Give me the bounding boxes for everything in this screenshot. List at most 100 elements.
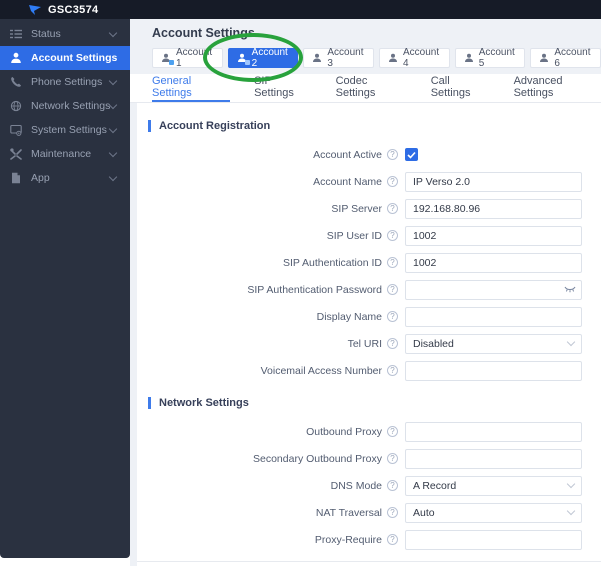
help-icon[interactable] bbox=[387, 284, 398, 295]
gsc3574-admin-page: GSC3574 Status Account Settings Phone Se… bbox=[0, 0, 601, 566]
grandstream-logo-icon bbox=[29, 4, 41, 15]
account-tab-bar: Account 1 Account 2 Account 3 Account 4 … bbox=[152, 47, 601, 69]
account-person-icon bbox=[312, 53, 322, 63]
tab-account-2[interactable]: Account 2 bbox=[227, 47, 299, 69]
selected-value: A Record bbox=[413, 479, 457, 492]
tab-call-settings[interactable]: Call Settings bbox=[431, 74, 490, 102]
help-icon[interactable] bbox=[387, 203, 398, 214]
sip-authentication-password-input[interactable] bbox=[405, 279, 582, 300]
tab-general-settings[interactable]: General Settings bbox=[152, 74, 231, 102]
section-network-settings: Network Settings bbox=[148, 396, 601, 410]
field-row-display-name: Display Name bbox=[148, 303, 601, 330]
account-person-icon bbox=[161, 53, 174, 65]
account-person-icon bbox=[539, 53, 549, 63]
password-visibility-icon[interactable] bbox=[564, 285, 576, 295]
field-row-sip-server: SIP Server bbox=[148, 195, 601, 222]
field-label: Tel URI bbox=[347, 337, 382, 350]
account-person-icon bbox=[237, 53, 250, 65]
tab-account-1[interactable]: Account 1 bbox=[152, 47, 223, 69]
field-label: SIP Authentication Password bbox=[247, 283, 382, 296]
help-icon[interactable] bbox=[387, 311, 398, 322]
chevron-down-icon bbox=[566, 479, 576, 489]
sip-server-input[interactable] bbox=[405, 198, 582, 219]
help-icon[interactable] bbox=[387, 426, 398, 437]
network-globe-icon bbox=[10, 100, 22, 112]
content-bottom-border bbox=[137, 561, 601, 562]
tab-sip-settings[interactable]: SIP Settings bbox=[254, 74, 312, 102]
help-icon[interactable] bbox=[387, 230, 398, 241]
tab-account-6[interactable]: Account 6 bbox=[530, 47, 601, 69]
sidebar-nav: Status Account Settings Phone Settings N… bbox=[0, 19, 130, 558]
chevron-down-icon bbox=[108, 172, 118, 181]
tab-account-5[interactable]: Account 5 bbox=[454, 47, 526, 69]
help-icon[interactable] bbox=[387, 365, 398, 376]
sidebar-item-app[interactable]: App bbox=[0, 166, 130, 190]
settings-form: Account Registration Account Active Acco… bbox=[130, 104, 601, 566]
secondary-outbound-proxy-input[interactable] bbox=[405, 448, 582, 469]
help-icon[interactable] bbox=[387, 480, 398, 491]
help-icon[interactable] bbox=[387, 507, 398, 518]
account-person-icon bbox=[11, 52, 21, 63]
field-row-account-active: Account Active bbox=[148, 141, 601, 168]
field-row-dns-mode: DNS Mode A Record bbox=[148, 472, 601, 499]
account-tab-label: Account 5 bbox=[478, 47, 515, 69]
account-tab-label: Account 2 bbox=[251, 47, 288, 69]
help-icon[interactable] bbox=[387, 453, 398, 464]
section-title: Account Registration bbox=[159, 120, 271, 132]
field-row-outbound-proxy: Outbound Proxy bbox=[148, 418, 601, 445]
tab-account-4[interactable]: Account 4 bbox=[379, 47, 450, 69]
chevron-down-icon bbox=[108, 148, 118, 157]
help-icon[interactable] bbox=[387, 338, 398, 349]
content-area: Account Settings Account 1 Account 2 Acc… bbox=[130, 19, 601, 566]
help-icon[interactable] bbox=[387, 257, 398, 268]
field-label: Outbound Proxy bbox=[306, 425, 382, 438]
sip-authentication-id-input[interactable] bbox=[405, 252, 582, 273]
account-tab-label: Account 6 bbox=[554, 47, 591, 69]
section-marker bbox=[148, 120, 151, 132]
account-tab-label: Account 1 bbox=[176, 47, 213, 69]
sip-user-id-input[interactable] bbox=[405, 225, 582, 246]
settings-sub-tab-bar: General Settings SIP Settings Codec Sett… bbox=[130, 74, 601, 103]
sidebar-item-system-settings[interactable]: System Settings bbox=[0, 118, 130, 142]
device-model-label: GSC3574 bbox=[48, 3, 99, 16]
account-tab-label: Account 4 bbox=[403, 47, 440, 69]
field-row-proxy-require: Proxy-Require bbox=[148, 526, 601, 553]
sidebar-item-phone-settings[interactable]: Phone Settings bbox=[0, 70, 130, 94]
proxy-require-input[interactable] bbox=[405, 529, 582, 550]
page-title: Account Settings bbox=[152, 26, 255, 40]
top-bar: GSC3574 bbox=[0, 0, 601, 19]
field-row-sip-authentication-password: SIP Authentication Password bbox=[148, 276, 601, 303]
help-icon[interactable] bbox=[387, 534, 398, 545]
section-account-registration: Account Registration bbox=[148, 119, 601, 133]
outbound-proxy-input[interactable] bbox=[405, 421, 582, 442]
field-label: DNS Mode bbox=[330, 479, 382, 492]
sidebar-item-label: Account Settings bbox=[31, 52, 118, 64]
display-name-input[interactable] bbox=[405, 306, 582, 327]
section-marker bbox=[148, 397, 151, 409]
field-row-sip-user-id: SIP User ID bbox=[148, 222, 601, 249]
system-settings-icon bbox=[10, 124, 22, 136]
selected-value: Disabled bbox=[413, 337, 454, 350]
sidebar-item-maintenance[interactable]: Maintenance bbox=[0, 142, 130, 166]
tel-uri-select[interactable]: Disabled bbox=[405, 333, 582, 354]
chevron-down-icon bbox=[108, 124, 118, 133]
help-icon[interactable] bbox=[387, 176, 398, 187]
help-icon[interactable] bbox=[387, 149, 398, 160]
tab-codec-settings[interactable]: Codec Settings bbox=[336, 74, 407, 102]
dns-mode-select[interactable]: A Record bbox=[405, 475, 582, 496]
tab-account-3[interactable]: Account 3 bbox=[303, 47, 375, 69]
voicemail-access-number-input[interactable] bbox=[405, 360, 582, 381]
sidebar-item-status[interactable]: Status bbox=[0, 22, 130, 46]
field-label: SIP User ID bbox=[326, 229, 382, 242]
nat-traversal-select[interactable]: Auto bbox=[405, 502, 582, 523]
account-name-input[interactable] bbox=[405, 171, 582, 192]
sidebar-item-label: Network Settings bbox=[31, 100, 110, 112]
tab-advanced-settings[interactable]: Advanced Settings bbox=[514, 74, 601, 102]
sidebar-item-account-settings[interactable]: Account Settings bbox=[0, 46, 130, 70]
section-title: Network Settings bbox=[159, 397, 249, 409]
field-label: NAT Traversal bbox=[315, 506, 382, 519]
registered-badge bbox=[244, 60, 250, 65]
account-active-checkbox[interactable] bbox=[405, 148, 418, 161]
sidebar-item-network-settings[interactable]: Network Settings bbox=[0, 94, 130, 118]
sidebar-item-label: Status bbox=[31, 28, 61, 40]
